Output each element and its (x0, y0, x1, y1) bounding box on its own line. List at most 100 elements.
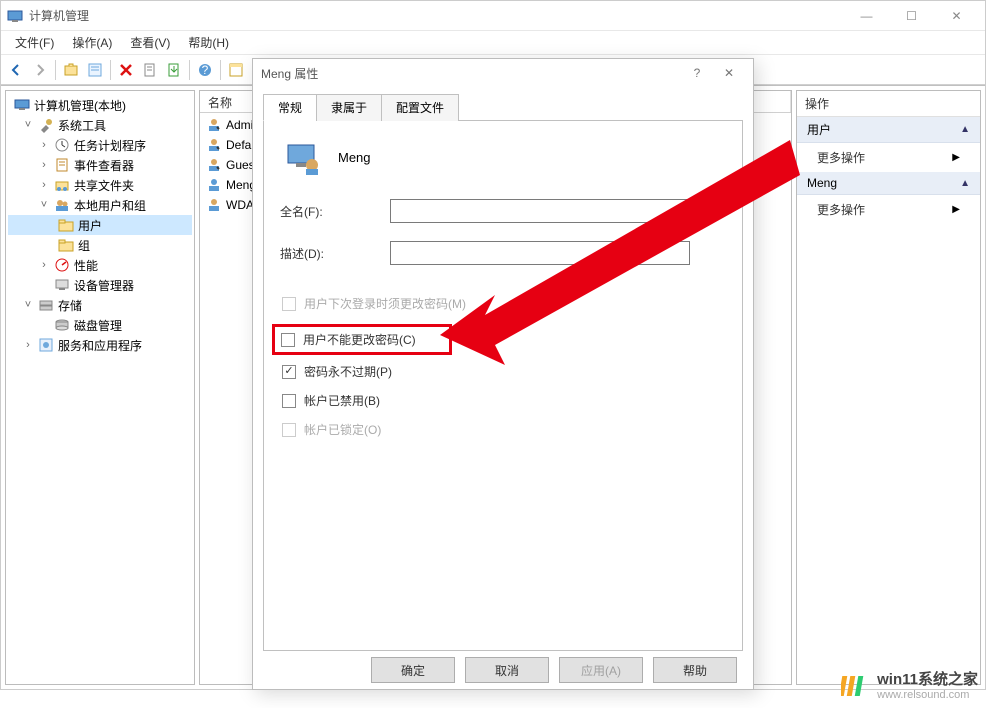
tab-memberof[interactable]: 隶属于 (316, 94, 382, 121)
export-button[interactable] (163, 59, 185, 81)
separator (55, 60, 56, 80)
properties-dialog: Meng 属性 ? ✕ 常规 隶属于 配置文件 Meng 全名(F): 描述(D… (252, 58, 754, 690)
checkbox-never-expires[interactable] (282, 365, 296, 379)
separator (220, 60, 221, 80)
actions-section-users[interactable]: 用户 ▲ (797, 117, 980, 143)
window-controls: — ☐ ✕ (844, 2, 979, 30)
menubar: 文件(F) 操作(A) 查看(V) 帮助(H) (1, 31, 985, 55)
checkbox-disabled[interactable] (282, 394, 296, 408)
performance-icon (54, 257, 70, 273)
tree-services-apps[interactable]: › 服务和应用程序 (8, 335, 192, 355)
help-button[interactable]: ? (194, 59, 216, 81)
tree-groups[interactable]: 组 (8, 235, 192, 255)
tree: 计算机管理(本地) ˅ 系统工具 › 任务计划程序 › 事件查看器 (6, 91, 194, 359)
properties-button[interactable] (84, 59, 106, 81)
tree-disk-management[interactable]: › 磁盘管理 (8, 315, 192, 335)
menu-file[interactable]: 文件(F) (7, 31, 62, 54)
tab-general[interactable]: 常规 (263, 94, 317, 121)
user-icon (206, 137, 222, 153)
storage-icon (38, 297, 54, 313)
checkbox-locked-row: 帐户已锁定(O) (280, 421, 726, 438)
expand-icon[interactable]: › (38, 139, 50, 151)
collapse-icon[interactable]: ˅ (38, 199, 50, 211)
tree-pane: 计算机管理(本地) ˅ 系统工具 › 任务计划程序 › 事件查看器 (5, 90, 195, 685)
tree-device-manager[interactable]: › 设备管理器 (8, 275, 192, 295)
help-button[interactable]: 帮助 (653, 657, 737, 683)
tabstrip: 常规 隶属于 配置文件 (263, 93, 743, 121)
user-icon (206, 197, 222, 213)
device-icon (54, 277, 70, 293)
app-icon (7, 8, 23, 24)
dialog-help-button[interactable]: ? (681, 59, 713, 87)
separator (189, 60, 190, 80)
close-button[interactable]: ✕ (934, 2, 979, 30)
dialog-titlebar[interactable]: Meng 属性 ? ✕ (253, 59, 753, 87)
cancel-button[interactable]: 取消 (465, 657, 549, 683)
menu-help[interactable]: 帮助(H) (180, 31, 237, 54)
ok-button[interactable]: 确定 (371, 657, 455, 683)
expand-icon[interactable]: › (38, 159, 50, 171)
maximize-button[interactable]: ☐ (889, 2, 934, 30)
disk-icon (54, 317, 70, 333)
svg-text:?: ? (202, 63, 209, 77)
actions-more-users[interactable]: 更多操作 ▶ (797, 143, 980, 172)
back-button[interactable] (5, 59, 27, 81)
dialog-close-button[interactable]: ✕ (713, 59, 745, 87)
description-row: 描述(D): (280, 241, 726, 265)
shared-icon (54, 177, 70, 193)
expand-icon[interactable]: › (22, 339, 34, 351)
menu-action[interactable]: 操作(A) (64, 31, 120, 54)
actions-title: 操作 (797, 91, 980, 117)
users-icon (54, 197, 70, 213)
user-icon (206, 157, 222, 173)
tree-root[interactable]: 计算机管理(本地) (8, 95, 192, 115)
user-icon (206, 117, 222, 133)
checkbox-never-expires-row: 密码永不过期(P) (280, 363, 726, 380)
clock-icon (54, 137, 70, 153)
fullname-label: 全名(F): (280, 203, 390, 220)
checkbox-cannot-change[interactable] (281, 333, 295, 347)
tree-local-users-groups[interactable]: ˅ 本地用户和组 (8, 195, 192, 215)
fullname-input[interactable] (390, 199, 690, 223)
tree-storage[interactable]: ˅ 存储 (8, 295, 192, 315)
dialog-buttons: 确定 取消 应用(A) 帮助 (253, 651, 753, 689)
folder-icon (58, 237, 74, 253)
tree-event-viewer[interactable]: › 事件查看器 (8, 155, 192, 175)
user-name: Meng (338, 150, 371, 165)
view-button-1[interactable] (225, 59, 247, 81)
collapse-icon[interactable]: ˅ (22, 299, 34, 311)
delete-button[interactable] (115, 59, 137, 81)
tree-users[interactable]: 用户 (8, 215, 192, 235)
actions-section-meng[interactable]: Meng ▲ (797, 172, 980, 195)
tab-profile[interactable]: 配置文件 (381, 94, 459, 121)
minimize-button[interactable]: — (844, 2, 889, 30)
annotation-highlight: 用户不能更改密码(C) (272, 324, 452, 355)
tree-performance[interactable]: › 性能 (8, 255, 192, 275)
description-label: 描述(D): (280, 245, 390, 262)
expand-icon[interactable]: › (38, 179, 50, 191)
collapse-icon[interactable]: ˅ (22, 119, 34, 131)
dialog-title: Meng 属性 (261, 65, 681, 82)
collapse-icon: ▲ (960, 178, 970, 189)
up-button[interactable] (60, 59, 82, 81)
refresh-button[interactable] (139, 59, 161, 81)
apply-button[interactable]: 应用(A) (559, 657, 643, 683)
chevron-right-icon: ▶ (952, 204, 960, 215)
tree-task-scheduler[interactable]: › 任务计划程序 (8, 135, 192, 155)
titlebar: 计算机管理 — ☐ ✕ (1, 1, 985, 31)
user-avatar-icon (284, 139, 320, 175)
menu-view[interactable]: 查看(V) (122, 31, 178, 54)
actions-more-meng[interactable]: 更多操作 ▶ (797, 195, 980, 224)
folder-icon (58, 217, 74, 233)
dialog-body: 常规 隶属于 配置文件 Meng 全名(F): 描述(D): (253, 87, 753, 651)
tab-content-general: Meng 全名(F): 描述(D): 用户下次登录时须更改密码(M) 用户不能更… (263, 121, 743, 651)
services-icon (38, 337, 54, 353)
computer-icon (14, 97, 30, 113)
forward-button[interactable] (29, 59, 51, 81)
checkbox-must-change: 用户下次登录时须更改密码(M) (280, 295, 726, 312)
user-header: Meng (280, 133, 726, 199)
tree-system-tools[interactable]: ˅ 系统工具 (8, 115, 192, 135)
tree-shared-folders[interactable]: › 共享文件夹 (8, 175, 192, 195)
description-input[interactable] (390, 241, 690, 265)
expand-icon[interactable]: › (38, 259, 50, 271)
